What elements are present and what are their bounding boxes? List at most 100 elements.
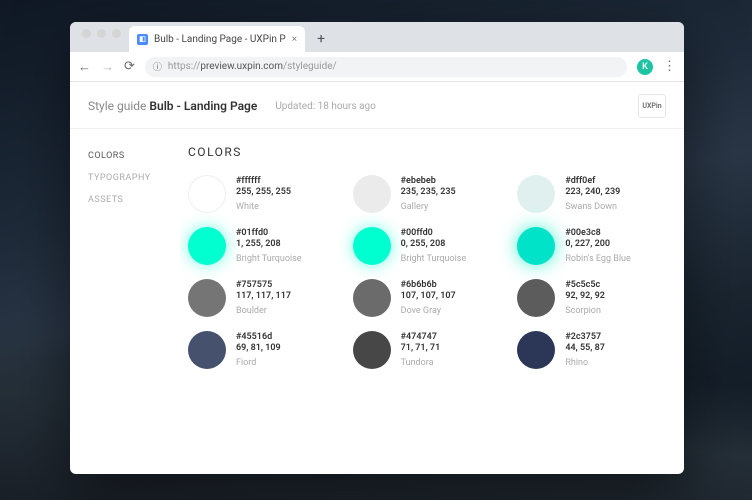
- color-swatch[interactable]: #5c5c5c92, 92, 92 Scorpion: [517, 279, 670, 317]
- swatch-hex: #ebebeb: [401, 176, 456, 186]
- swatch-info: #6b6b6b107, 107, 107Dove Gray: [401, 280, 456, 316]
- window-minimize-icon[interactable]: [97, 29, 106, 38]
- browser-toolbar: ← → ⟳ ⓘ https://preview.uxpin.com/styleg…: [70, 52, 684, 82]
- swatch-hex: #757575: [236, 280, 291, 290]
- updated-timestamp: Updated: 18 hours ago: [275, 101, 376, 112]
- swatch-rgb: 0, 255, 208: [401, 239, 467, 249]
- swatch-circle: [188, 175, 226, 213]
- nav-back-button[interactable]: ←: [78, 59, 91, 75]
- swatch-hex: #00e3c8: [565, 228, 630, 238]
- browser-menu-icon[interactable]: ⋮: [663, 59, 676, 74]
- sidebar-item-typography[interactable]: TYPOGRAPHY: [88, 167, 180, 189]
- swatch-name: Boulder: [236, 306, 291, 316]
- lock-icon: ⓘ: [153, 60, 162, 73]
- swatch-info: #ebebeb235, 235, 235 Gallery: [401, 176, 456, 212]
- swatch-rgb: 255, 255, 255: [236, 187, 291, 197]
- swatch-name: Bright Turquoise: [236, 254, 302, 264]
- swatch-name: Bright Turquoise: [401, 254, 467, 264]
- uxpin-logo-button[interactable]: UXPin: [638, 94, 666, 118]
- sidebar-nav: COLORSTYPOGRAPHYASSETS: [70, 129, 180, 474]
- swatch-circle: [517, 175, 555, 213]
- swatch-rgb: 92, 92, 92: [565, 291, 605, 301]
- color-swatch[interactable]: #ffffff255, 255, 255 White: [188, 175, 341, 213]
- color-swatch[interactable]: #00e3c80, 227, 200 Robin's Egg Blue: [517, 227, 670, 265]
- swatch-circle: [517, 227, 555, 265]
- swatch-name: Tundora: [401, 358, 441, 368]
- swatch-info: #47474771, 71, 71 Tundora: [401, 332, 441, 368]
- swatch-circle: [188, 279, 226, 317]
- nav-forward-button[interactable]: →: [101, 59, 114, 75]
- swatch-circle: [517, 331, 555, 369]
- swatch-hex: #2c3757: [565, 332, 605, 342]
- swatch-rgb: 1, 255, 208: [236, 239, 302, 249]
- section-title: COLORS: [188, 145, 670, 159]
- page-content: Style guide Bulb - Landing Page Updated:…: [70, 82, 684, 474]
- window-close-icon[interactable]: [82, 29, 91, 38]
- page-header: Style guide Bulb - Landing Page Updated:…: [70, 82, 684, 129]
- swatch-name: Rhino: [565, 358, 605, 368]
- swatch-info: #00ffd00, 255, 208 Bright Turquoise: [401, 228, 467, 264]
- swatch-name: Robin's Egg Blue: [565, 254, 630, 264]
- tab-close-icon[interactable]: ×: [292, 34, 297, 45]
- swatch-info: #5c5c5c92, 92, 92 Scorpion: [565, 280, 605, 316]
- swatch-rgb: 69, 81, 109: [236, 343, 281, 353]
- swatch-info: #757575117, 117, 117 Boulder: [236, 280, 291, 316]
- browser-window: ◧ Bulb - Landing Page - UXPin P × + ← → …: [70, 22, 684, 474]
- swatch-rgb: 107, 107, 107: [401, 291, 456, 301]
- color-swatch[interactable]: #6b6b6b107, 107, 107Dove Gray: [353, 279, 506, 317]
- swatch-circle: [353, 331, 391, 369]
- color-swatch[interactable]: #2c375744, 55, 87 Rhino: [517, 331, 670, 369]
- swatch-rgb: 44, 55, 87: [565, 343, 605, 353]
- browser-tabbar: ◧ Bulb - Landing Page - UXPin P × +: [70, 22, 684, 52]
- new-tab-button[interactable]: +: [311, 29, 331, 49]
- swatch-rgb: 71, 71, 71: [401, 343, 441, 353]
- tab-favicon-icon: ◧: [137, 34, 148, 45]
- profile-avatar[interactable]: K: [637, 59, 653, 75]
- swatch-info: #00e3c80, 227, 200 Robin's Egg Blue: [565, 228, 630, 264]
- color-swatch[interactable]: #45516d69, 81, 109 Fiord: [188, 331, 341, 369]
- color-swatch[interactable]: #00ffd00, 255, 208 Bright Turquoise: [353, 227, 506, 265]
- swatch-name: Swans Down: [565, 202, 620, 212]
- swatch-circle: [353, 227, 391, 265]
- color-swatch[interactable]: #ebebeb235, 235, 235 Gallery: [353, 175, 506, 213]
- swatch-name: Gallery: [401, 202, 456, 212]
- color-swatch[interactable]: #dff0ef223, 240, 239Swans Down: [517, 175, 670, 213]
- swatch-circle: [188, 227, 226, 265]
- swatch-name: Fiord: [236, 358, 281, 368]
- swatch-grid: #ffffff255, 255, 255 White #ebebeb235, 235…: [188, 175, 670, 369]
- color-swatch[interactable]: #757575117, 117, 117 Boulder: [188, 279, 341, 317]
- swatch-rgb: 117, 117, 117: [236, 291, 291, 301]
- colors-panel: COLORS #ffffff255, 255, 255 White #ebebeb2…: [180, 129, 684, 474]
- address-bar[interactable]: ⓘ https://preview.uxpin.com/styleguide/: [145, 57, 627, 77]
- swatch-hex: #00ffd0: [401, 228, 467, 238]
- main-area: COLORSTYPOGRAPHYASSETS COLORS #ffffff255…: [70, 129, 684, 474]
- url-text: https://preview.uxpin.com/styleguide/: [168, 61, 337, 72]
- swatch-info: #2c375744, 55, 87 Rhino: [565, 332, 605, 368]
- swatch-hex: #5c5c5c: [565, 280, 605, 290]
- swatch-rgb: 235, 235, 235: [401, 187, 456, 197]
- swatch-name: Dove Gray: [401, 306, 456, 316]
- color-swatch[interactable]: #47474771, 71, 71 Tundora: [353, 331, 506, 369]
- page-title: Style guide Bulb - Landing Page: [88, 99, 257, 113]
- swatch-name: Scorpion: [565, 306, 605, 316]
- swatch-info: #45516d69, 81, 109 Fiord: [236, 332, 281, 368]
- swatch-name: White: [236, 202, 291, 212]
- sidebar-item-colors[interactable]: COLORS: [88, 145, 180, 167]
- color-swatch[interactable]: #01ffd01, 255, 208 Bright Turquoise: [188, 227, 341, 265]
- swatch-info: #01ffd01, 255, 208 Bright Turquoise: [236, 228, 302, 264]
- tab-title: Bulb - Landing Page - UXPin P: [154, 34, 286, 45]
- swatch-circle: [353, 279, 391, 317]
- sidebar-item-assets[interactable]: ASSETS: [88, 189, 180, 211]
- swatch-circle: [188, 331, 226, 369]
- window-maximize-icon[interactable]: [112, 29, 121, 38]
- swatch-hex: #45516d: [236, 332, 281, 342]
- swatch-circle: [517, 279, 555, 317]
- browser-tab[interactable]: ◧ Bulb - Landing Page - UXPin P ×: [129, 26, 305, 52]
- swatch-hex: #474747: [401, 332, 441, 342]
- swatch-rgb: 0, 227, 200: [565, 239, 630, 249]
- window-controls: [78, 29, 129, 46]
- swatch-hex: #dff0ef: [565, 176, 620, 186]
- swatch-hex: #01ffd0: [236, 228, 302, 238]
- nav-reload-button[interactable]: ⟳: [124, 59, 135, 74]
- swatch-hex: #ffffff: [236, 176, 291, 186]
